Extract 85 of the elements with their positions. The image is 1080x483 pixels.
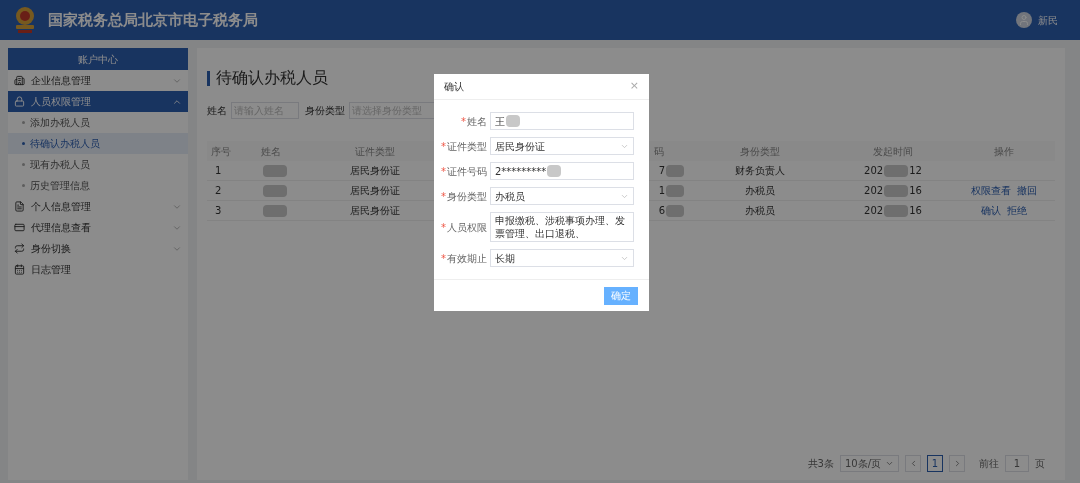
redaction-blur	[263, 185, 287, 197]
switch-icon	[14, 243, 25, 254]
table-cell-text: 16	[909, 204, 922, 218]
filter-label: 身份类型	[305, 104, 345, 118]
sidebar-item[interactable]: 身份切换	[8, 238, 188, 259]
required-mark: *	[441, 189, 446, 204]
table-cell-text: 202	[864, 204, 884, 218]
select-field[interactable]: 居民身份证	[490, 137, 634, 155]
user-name[interactable]: 新民	[1038, 12, 1058, 28]
table-cell-text: 1	[658, 184, 665, 198]
lock-icon	[14, 96, 25, 107]
chevron-down-icon	[885, 459, 894, 468]
calendar-icon	[14, 264, 25, 275]
table-cell-text: 6	[658, 204, 665, 218]
next-page-button[interactable]	[949, 455, 965, 472]
sidebar-subitem[interactable]: 添加办税人员	[8, 112, 188, 133]
page-size-select[interactable]: 10条/页	[839, 455, 899, 472]
table-cell-text: 2	[214, 184, 222, 198]
card-icon	[14, 222, 25, 233]
goto-page-field[interactable]: 1	[1005, 455, 1029, 472]
sidebar-header: 账户中心	[8, 48, 188, 70]
action-link[interactable]: 确认	[981, 203, 1001, 218]
redaction-blur	[666, 184, 684, 197]
table-cell-text: 1	[214, 164, 222, 178]
redaction-blur	[666, 164, 684, 177]
table-cell-text: 居民身份证	[350, 204, 400, 218]
table-cell-text: 7	[658, 164, 665, 178]
redaction-blur	[884, 164, 909, 177]
sidebar-item[interactable]: 企业信息管理	[8, 70, 188, 91]
sidebar-item[interactable]: 代理信息查看	[8, 217, 188, 238]
total-count: 共3条	[807, 457, 834, 471]
redaction-blur	[263, 165, 287, 177]
table-cell-text: 办税员	[745, 184, 775, 198]
avatar-icon[interactable]	[1016, 12, 1032, 28]
table-cell-text: 12	[909, 164, 922, 178]
input-field[interactable]: 申报缴税、涉税事项办理、发票管理、出口退税、	[490, 212, 634, 242]
input-field[interactable]: 王	[490, 112, 634, 130]
field-label: 姓名	[467, 114, 487, 129]
goto-label: 前往	[979, 457, 999, 471]
table-cell-text: 财务负责人	[735, 164, 785, 178]
field-label: 有效期止	[447, 251, 487, 266]
redaction-blur	[263, 205, 287, 217]
sidebar-subitem[interactable]: 待确认办税人员	[8, 133, 188, 154]
table-cell-text: 居民身份证	[350, 164, 400, 178]
filter-label: 姓名	[207, 104, 227, 118]
table-cell-text: 16	[909, 184, 922, 198]
column-header: 码	[654, 144, 664, 159]
field-label: 证件类型	[447, 139, 487, 154]
sidebar-item[interactable]: 人员权限管理	[8, 91, 188, 112]
input-field[interactable]: 2*********	[490, 162, 634, 180]
table-cell-text: 3	[214, 204, 222, 218]
prev-page-button[interactable]	[905, 455, 921, 472]
goto-suffix: 页	[1035, 457, 1045, 471]
action-link[interactable]: 撤回	[1017, 183, 1037, 198]
confirm-button[interactable]: 确定	[604, 286, 638, 305]
required-mark: *	[441, 139, 446, 154]
close-button[interactable]: ×	[629, 78, 639, 95]
required-mark: *	[461, 114, 466, 129]
sidebar-subitem[interactable]: 现有办税人员	[8, 154, 188, 175]
table-cell-text: 202	[864, 184, 884, 198]
redaction-blur	[884, 204, 909, 217]
redaction-blur	[884, 184, 909, 197]
redaction-blur	[666, 204, 684, 217]
sidebar-subitem[interactable]: 历史管理信息	[8, 175, 188, 196]
action-link[interactable]: 权限查看	[971, 183, 1011, 198]
sidebar-item[interactable]: 个人信息管理	[8, 196, 188, 217]
table-cell-text: 202	[864, 164, 884, 178]
field-label: 证件号码	[447, 164, 487, 179]
select-field[interactable]: 办税员	[490, 187, 634, 205]
required-mark: *	[441, 220, 446, 235]
required-mark: *	[441, 164, 446, 179]
field-label: 人员权限	[447, 220, 487, 235]
action-link[interactable]: 拒绝	[1007, 203, 1027, 218]
building-icon	[14, 75, 25, 86]
select-field[interactable]: 长期	[490, 249, 634, 267]
dialog-title: 确认	[444, 80, 464, 94]
page-title: 待确认办税人员	[216, 67, 328, 89]
document-icon	[14, 201, 25, 212]
page-number[interactable]: 1	[927, 455, 943, 472]
table-cell-text: 办税员	[745, 204, 775, 218]
site-title: 国家税务总局北京市电子税务局	[48, 9, 258, 31]
required-mark: *	[441, 251, 446, 266]
field-label: 身份类型	[447, 189, 487, 204]
table-cell-text: 居民身份证	[350, 184, 400, 198]
sidebar-item[interactable]: 日志管理	[8, 259, 188, 280]
